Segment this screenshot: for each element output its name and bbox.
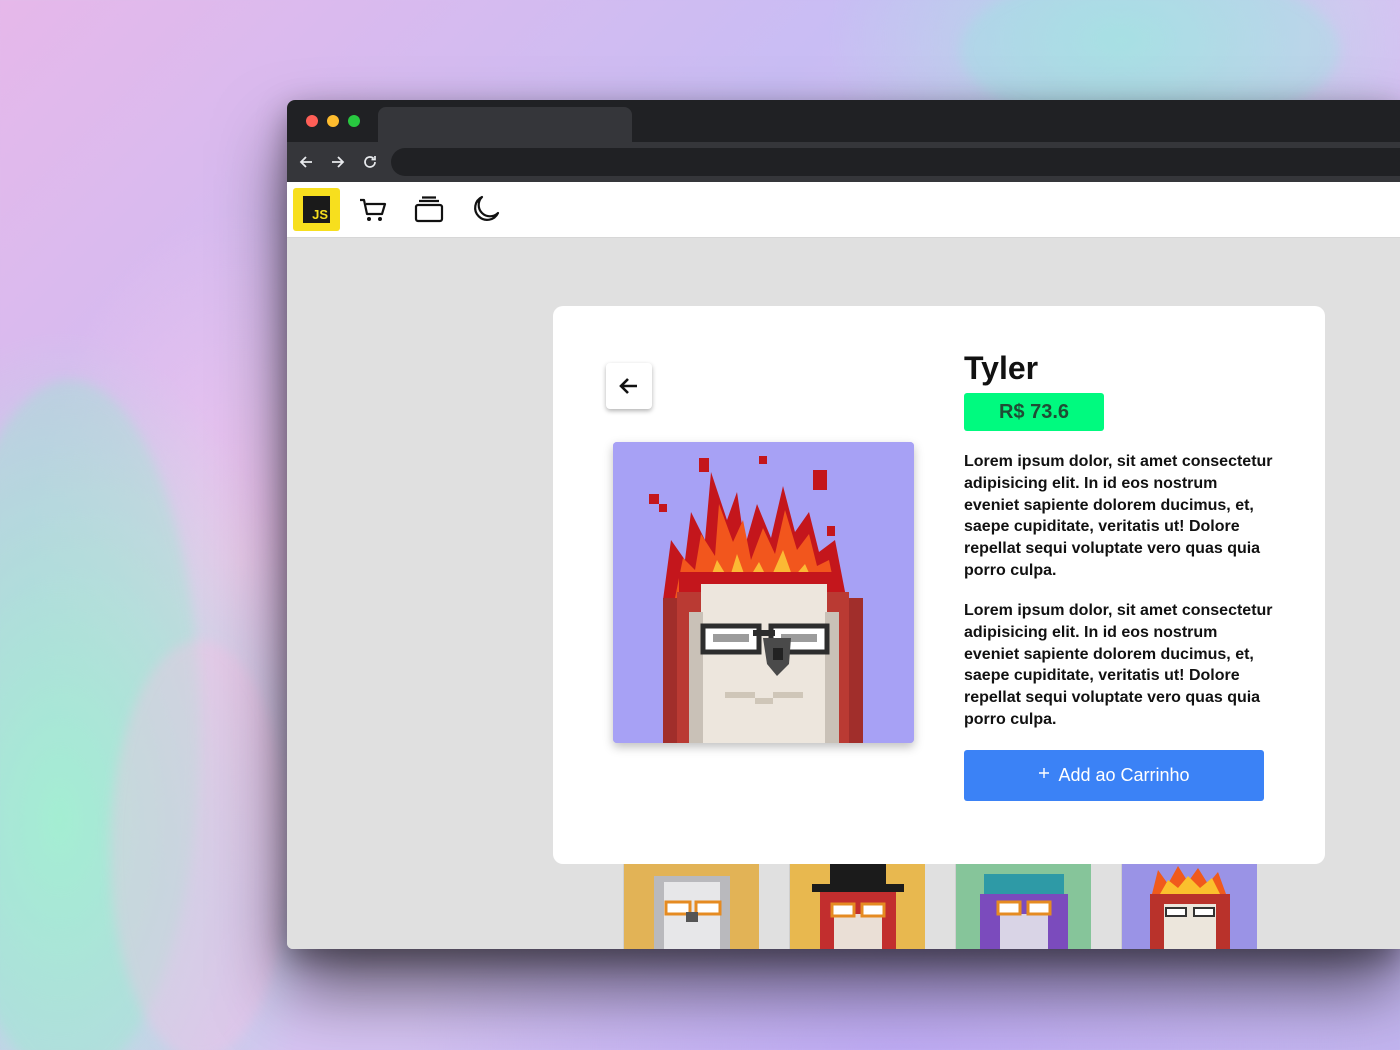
browser-tab[interactable] [378,107,632,142]
close-window-button[interactable] [306,115,318,127]
minimize-window-button[interactable] [327,115,339,127]
cart-icon [360,198,387,221]
address-bar[interactable] [391,148,1400,176]
thumbnail-white-owl[interactable] [623,864,759,949]
product-name: Tyler [964,350,1039,386]
owl-pixel-art [613,442,914,743]
owl-thumbnail-image [1122,864,1257,949]
add-to-cart-button[interactable]: Add ao Carrinho [964,750,1264,801]
cart-button[interactable] [357,194,389,226]
back-button[interactable] [606,363,652,409]
back-nav-button[interactable] [295,151,317,173]
owl-thumbnail-image [956,864,1091,949]
arrow-left-icon [299,156,312,168]
product-image [613,442,914,743]
owl-thumbnail-image [790,864,925,949]
plus-icon [1039,767,1050,778]
js-logo-text: JS [312,207,328,222]
reload-button[interactable] [359,151,381,173]
add-to-cart-label: Add ao Carrinho [1058,765,1190,785]
reload-icon [364,156,376,168]
thumbnail-turban-owl[interactable] [955,864,1091,949]
maximize-window-button[interactable] [348,115,360,127]
product-detail-card: Tyler R$ 73.6 Lorem ipsum dolor, sit ame… [553,306,1325,864]
tab-bar [287,100,1400,142]
js-logo-mark: JS [303,196,330,223]
app-header: JS [287,182,1400,238]
moon-icon [474,195,500,221]
arrow-right-icon [332,156,345,168]
browser-window: JS Tyler R$ 73.6 Lorem ipsum dolor, sit … [287,100,1400,949]
arrow-left-icon [619,378,637,394]
theme-toggle-button[interactable] [469,194,501,226]
collection-icon [414,196,444,223]
product-description-2: Lorem ipsum dolor, sit amet consectetur … [964,602,1273,728]
navigation-bar [287,142,1400,182]
thumbnail-fire-owl[interactable] [1121,864,1257,949]
thumbnail-top-hat-owl[interactable] [789,864,925,949]
price-badge: R$ 73.6 [964,393,1104,431]
product-description-1: Lorem ipsum dolor, sit amet consectetur … [964,453,1273,579]
js-logo[interactable]: JS [293,188,340,231]
owl-thumbnail-image [624,864,759,949]
main-content: Tyler R$ 73.6 Lorem ipsum dolor, sit ame… [287,238,1400,949]
collection-button[interactable] [413,194,445,226]
forward-nav-button[interactable] [327,151,349,173]
